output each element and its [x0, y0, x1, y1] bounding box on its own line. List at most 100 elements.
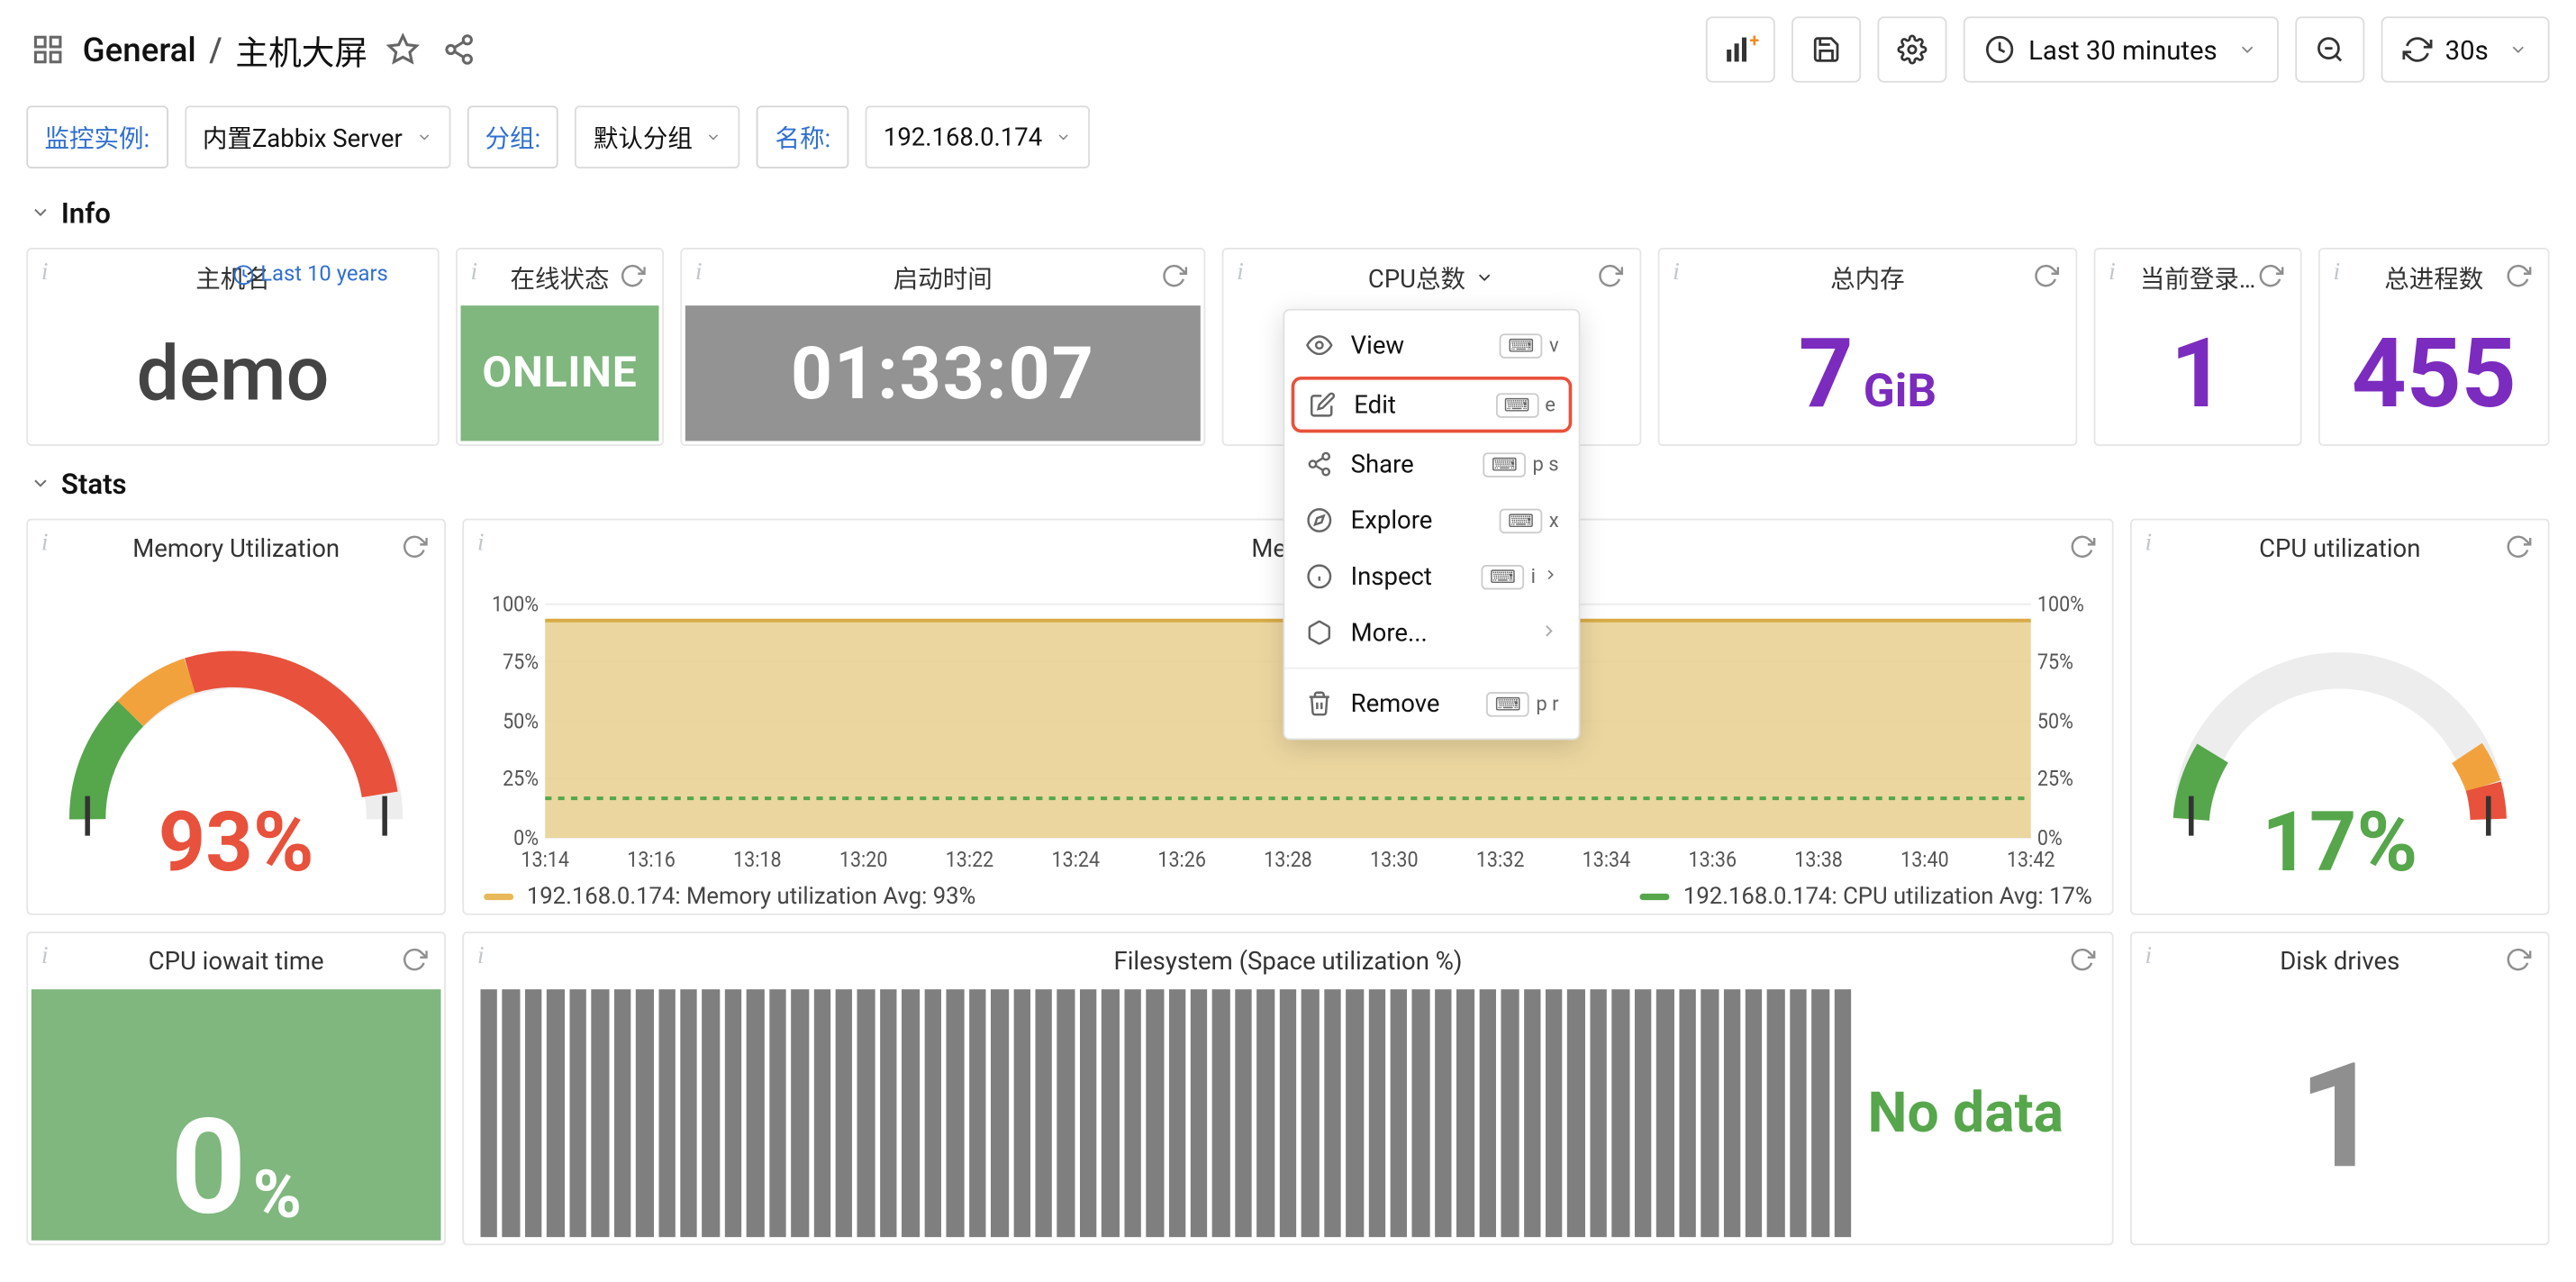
svg-text:13:14: 13:14: [521, 847, 569, 872]
disk-drives-value: 1: [2298, 1032, 2381, 1202]
online-status-value: ONLINE: [482, 349, 637, 398]
info-icon[interactable]: i: [1237, 259, 1244, 287]
info-icon[interactable]: i: [1673, 259, 1680, 287]
panel-current-login: i当前登录… 1: [2094, 248, 2302, 446]
refresh-icon[interactable]: [2069, 533, 2099, 563]
menu-inspect[interactable]: Inspect ⌨i: [1284, 549, 1578, 605]
add-panel-button[interactable]: +: [1707, 16, 1776, 82]
eye-icon: [1304, 331, 1334, 360]
page-title[interactable]: 主机大屏: [235, 25, 367, 73]
chevron-down-icon: [30, 198, 51, 232]
topbar: General / 主机大屏 + Last 30 minutes: [0, 0, 2576, 99]
settings-button[interactable]: [1878, 16, 1947, 82]
panel-disk-drives: iDisk drives 1: [2130, 932, 2550, 1245]
panel-time-override[interactable]: Last 10 years: [232, 262, 388, 286]
trash-icon: [1304, 688, 1334, 718]
svg-text:13:28: 13:28: [1264, 847, 1312, 872]
refresh-icon[interactable]: [2505, 946, 2535, 976]
chevron-down-icon: [30, 469, 51, 503]
topbar-right: + Last 30 minutes 30s: [1707, 16, 2550, 82]
time-range-label: Last 30 minutes: [2028, 34, 2218, 66]
panel-total-processes: i总进程数 455: [2318, 248, 2550, 446]
info-icon[interactable]: i: [41, 530, 49, 558]
panel-cpu-utilization: iCPU utilization 17%: [2130, 519, 2550, 915]
compass-icon: [1304, 505, 1334, 535]
menu-share[interactable]: Share ⌨p s: [1284, 436, 1578, 492]
refresh-icon[interactable]: [2505, 262, 2535, 292]
panel-total-memory: i总内存 7GiB: [1658, 248, 2078, 446]
uptime-value: 01:33:07: [791, 331, 1095, 416]
filter-bar: 监控实例: 内置Zabbix Server 分组: 默认分组 名称: 192.1…: [0, 99, 2576, 192]
svg-text:50%: 50%: [503, 708, 539, 733]
save-button[interactable]: [1792, 16, 1862, 82]
svg-text:13:30: 13:30: [1370, 847, 1419, 872]
info-icon[interactable]: i: [470, 259, 477, 287]
info-icon[interactable]: i: [41, 943, 49, 971]
info-icon[interactable]: i: [41, 259, 49, 287]
refresh-icon[interactable]: [2257, 262, 2287, 292]
refresh-icon[interactable]: [401, 946, 431, 976]
fs-bars: [480, 989, 1851, 1237]
dashboard-grid-icon[interactable]: [26, 28, 69, 71]
chevron-down-icon: [2508, 34, 2528, 66]
refresh-icon[interactable]: [401, 533, 431, 563]
svg-text:50%: 50%: [2037, 708, 2073, 733]
filter-group-label: 分组:: [467, 105, 558, 168]
info-icon[interactable]: i: [2145, 530, 2152, 558]
info-icon[interactable]: i: [695, 259, 703, 287]
breadcrumb-sep: /: [209, 30, 222, 69]
filter-instance-select[interactable]: 内置Zabbix Server: [185, 105, 450, 168]
time-range-picker[interactable]: Last 30 minutes: [1964, 16, 2279, 82]
svg-text:+: +: [1750, 32, 1759, 51]
bottom-row: iCPU iowait time 0% iFilesystem (Space u…: [0, 932, 2576, 1262]
menu-view[interactable]: View ⌨v: [1284, 317, 1578, 373]
refresh-icon[interactable]: [2033, 262, 2063, 292]
menu-explore[interactable]: Explore ⌨x: [1284, 492, 1578, 548]
menu-more[interactable]: More...: [1284, 605, 1578, 660]
chevron-right-icon: [1542, 565, 1558, 588]
refresh-icon[interactable]: [619, 262, 649, 292]
svg-text:13:34: 13:34: [1583, 847, 1631, 872]
total-memory-value: 7: [1799, 319, 1854, 432]
refresh-icon[interactable]: [2069, 946, 2099, 976]
gauge-memory: 93%: [54, 621, 417, 868]
chevron-down-icon: [706, 123, 722, 152]
svg-text:13:42: 13:42: [2007, 847, 2055, 872]
panel-online-status: i在线状态 ONLINE: [456, 248, 664, 446]
refresh-icon[interactable]: [1161, 262, 1191, 292]
info-icon[interactable]: i: [2145, 943, 2152, 971]
gauge-cpu: 17%: [2158, 621, 2521, 868]
refresh-icon[interactable]: [1597, 262, 1627, 292]
menu-remove[interactable]: Remove ⌨p r: [1284, 676, 1578, 732]
info-icon[interactable]: i: [477, 530, 485, 558]
timeseries-legend: 192.168.0.174: Memory utilization Avg: 9…: [480, 874, 2095, 910]
zoom-out-button[interactable]: [2295, 16, 2364, 82]
info-row: i主机名 Last 10 years demo i在线状态 ONLINE i启动…: [0, 248, 2576, 462]
refresh-interval-label: 30s: [2445, 34, 2489, 66]
info-circle-icon: [1304, 561, 1334, 591]
panel-title-menu-trigger[interactable]: CPU总数: [1368, 260, 1495, 295]
fs-no-data: No data: [1867, 1080, 2064, 1146]
filter-instance-label: 监控实例:: [26, 105, 168, 168]
share-icon[interactable]: [437, 28, 480, 71]
breadcrumb-folder[interactable]: General: [83, 30, 196, 69]
info-icon[interactable]: i: [2109, 259, 2116, 287]
info-icon[interactable]: i: [477, 943, 485, 971]
refresh-icon[interactable]: [2505, 533, 2535, 563]
menu-edit[interactable]: Edit ⌨e: [1292, 377, 1573, 432]
svg-text:100%: 100%: [2037, 592, 2084, 617]
star-icon[interactable]: [381, 28, 424, 71]
svg-text:13:32: 13:32: [1476, 847, 1525, 872]
panel-hostname: i主机名 Last 10 years demo: [26, 248, 439, 446]
section-info[interactable]: Info: [0, 192, 2576, 248]
svg-text:13:24: 13:24: [1052, 847, 1101, 872]
gauge-cpu-value: 17%: [2262, 796, 2417, 892]
refresh-picker[interactable]: 30s: [2381, 16, 2549, 82]
svg-text:13:18: 13:18: [733, 847, 782, 872]
total-memory-unit: GiB: [1864, 363, 1937, 417]
filter-name-select[interactable]: 192.168.0.174: [866, 105, 1091, 168]
chevron-down-icon: [416, 123, 432, 152]
svg-text:13:38: 13:38: [1794, 847, 1843, 872]
filter-group-select[interactable]: 默认分组: [576, 105, 740, 168]
info-icon[interactable]: i: [2333, 259, 2340, 287]
